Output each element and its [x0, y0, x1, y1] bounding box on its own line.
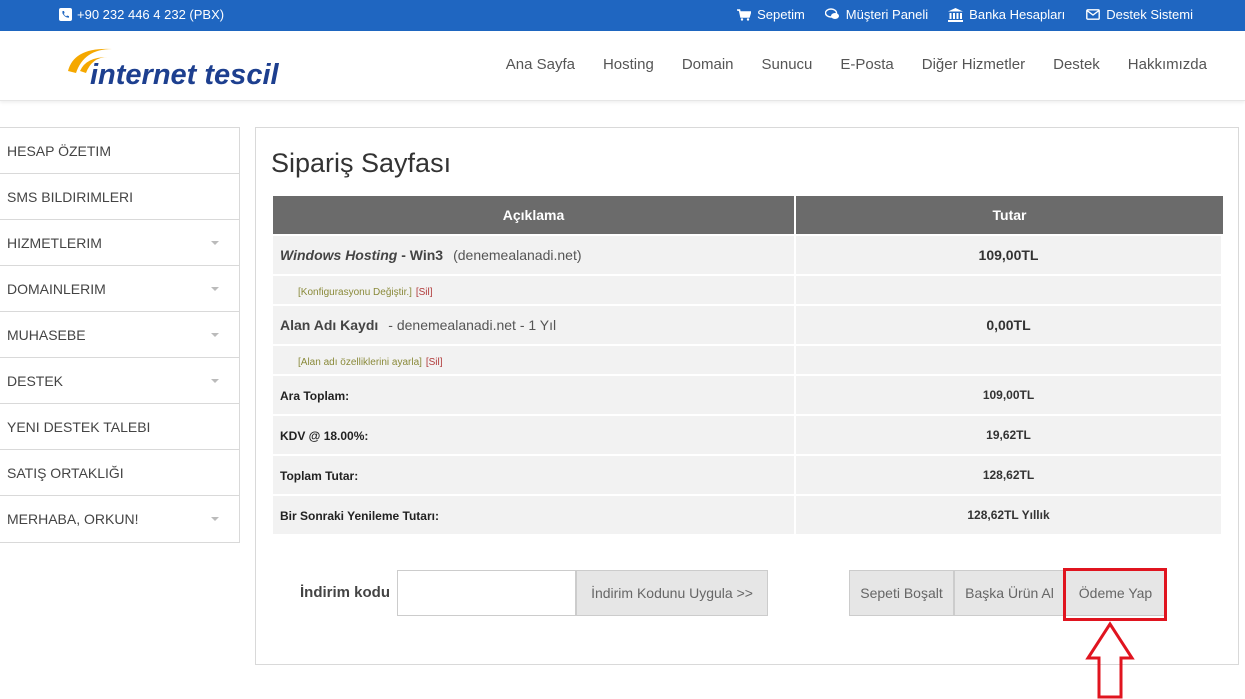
- up-arrow-annotation-icon: [1085, 621, 1135, 699]
- nav-domain[interactable]: Domain: [682, 56, 734, 73]
- item-name: Alan Adı Kaydı: [280, 317, 379, 333]
- caret-down-icon: [211, 241, 219, 245]
- sidebar-item-label: HESAP ÖZETIM: [7, 143, 111, 159]
- total-label: Toplam Tutar:: [280, 469, 359, 483]
- sidebar-item-account-summary[interactable]: HESAP ÖZETIM: [0, 128, 239, 174]
- item-plan: - Win3: [397, 247, 444, 263]
- item-description: Alan Adı Kaydı - denemealanadi.net - 1 Yı…: [273, 306, 796, 346]
- sidebar-item-label: DOMAINLERIM: [7, 281, 106, 297]
- sidebar-item-domains[interactable]: DOMAINLERIM: [0, 266, 239, 312]
- table-row: Alan Adı Kaydı - denemealanadi.net - 1 Yı…: [273, 306, 1223, 346]
- top-link-cart[interactable]: Sepetim: [736, 7, 805, 22]
- sidebar-item-support[interactable]: DESTEK: [0, 358, 239, 404]
- discount-code-input[interactable]: [397, 570, 576, 616]
- nav-server[interactable]: Sunucu: [762, 56, 813, 73]
- apply-discount-button[interactable]: İndirim Kodunu Uygula >>: [576, 570, 768, 616]
- top-link-bank[interactable]: Banka Hesapları: [948, 7, 1065, 22]
- cart-icon: [736, 8, 751, 22]
- sidebar-item-label: SATIŞ ORTAKLIĞI: [7, 465, 124, 481]
- sidebar-item-affiliate[interactable]: SATIŞ ORTAKLIĞI: [0, 450, 239, 496]
- table-row: [Alan adı özelliklerini ayarla] [Sil]: [273, 346, 1223, 376]
- domain-settings-link[interactable]: [Alan adı özelliklerini ayarla]: [280, 357, 422, 368]
- renewal-label: Bir Sonraki Yenileme Tutarı:: [280, 509, 439, 523]
- site-header: internet tescil Ana Sayfa Hosting Domain…: [0, 31, 1245, 101]
- item-amount: 0,00TL: [796, 306, 1223, 346]
- total-value: 128,62TL: [796, 456, 1223, 496]
- renewal-value: 128,62TL Yıllık: [796, 496, 1223, 536]
- sidebar-item-services[interactable]: HIZMETLERIM: [0, 220, 239, 266]
- tax-row: KDV @ 18.00%: 19,62TL: [273, 416, 1223, 456]
- subtotal-row: Ara Toplam: 109,00TL: [273, 376, 1223, 416]
- top-link-client-panel[interactable]: Müşteri Paneli: [824, 7, 929, 22]
- item-domain: (denemealanadi.net): [453, 247, 582, 263]
- change-config-link[interactable]: [Konfigurasyonu Değiştir.]: [280, 287, 412, 298]
- top-link-support-label: Destek Sistemi: [1106, 7, 1193, 22]
- buy-another-button[interactable]: Başka Ürün Al: [954, 570, 1065, 616]
- column-header-amount: Tutar: [796, 196, 1223, 236]
- caret-down-icon: [211, 379, 219, 383]
- top-link-cart-label: Sepetim: [757, 7, 805, 22]
- sidebar-item-user[interactable]: MERHABA, ORKUN!: [0, 496, 239, 542]
- nav-support[interactable]: Destek: [1053, 56, 1100, 73]
- subtotal-label: Ara Toplam:: [280, 389, 350, 403]
- cart-table: Açıklama Tutar Windows Hosting - Win3 (de…: [273, 196, 1223, 536]
- item-domain: - denemealanadi.net - 1 Yıl: [388, 317, 557, 333]
- item-name: Windows Hosting: [280, 247, 398, 263]
- top-links: Sepetim Müşteri Paneli Banka Hesapları D…: [736, 7, 1193, 22]
- renewal-row: Bir Sonraki Yenileme Tutarı: 128,62TL Yı…: [273, 496, 1223, 536]
- empty-cart-button[interactable]: Sepeti Boşalt: [849, 570, 954, 616]
- nav-other-services[interactable]: Diğer Hizmetler: [922, 56, 1025, 73]
- sidebar-item-billing[interactable]: MUHASEBE: [0, 312, 239, 358]
- total-row: Toplam Tutar: 128,62TL: [273, 456, 1223, 496]
- caret-down-icon: [211, 517, 219, 521]
- table-row: [Konfigurasyonu Değiştir.] [Sil]: [273, 276, 1223, 306]
- caret-down-icon: [211, 333, 219, 337]
- phone-info: +90 232 446 4 232 (PBX): [58, 7, 224, 22]
- top-link-support[interactable]: Destek Sistemi: [1085, 7, 1193, 22]
- nav-about[interactable]: Hakkımızda: [1128, 56, 1207, 73]
- sidebar-item-label: HIZMETLERIM: [7, 235, 102, 251]
- nav-home[interactable]: Ana Sayfa: [506, 56, 575, 73]
- sidebar-item-new-ticket[interactable]: YENI DESTEK TALEBI: [0, 404, 239, 450]
- logo-text: internet tescil: [90, 59, 279, 91]
- sidebar-item-label: DESTEK: [7, 373, 64, 389]
- main-nav: Ana Sayfa Hosting Domain Sunucu E-Posta …: [506, 56, 1207, 73]
- sidebar-item-label: SMS BILDIRIMLERI: [7, 189, 134, 205]
- item-amount: 109,00TL: [796, 236, 1223, 276]
- envelope-icon: [1085, 8, 1100, 22]
- nav-email[interactable]: E-Posta: [840, 56, 893, 73]
- sidebar-item-label: MERHABA, ORKUN!: [7, 511, 139, 527]
- column-header-description: Açıklama: [273, 196, 796, 236]
- checkout-highlight-box: [1063, 568, 1167, 621]
- sidebar-item-label: YENI DESTEK TALEBI: [7, 419, 151, 435]
- nav-hosting[interactable]: Hosting: [603, 56, 654, 73]
- tax-value: 19,62TL: [796, 416, 1223, 456]
- caret-down-icon: [211, 287, 219, 291]
- top-bar: +90 232 446 4 232 (PBX) Sepetim Müşteri …: [0, 0, 1245, 31]
- sidebar-item-sms[interactable]: SMS BILDIRIMLERI: [0, 174, 239, 220]
- discount-label: İndirim kodu: [300, 584, 390, 601]
- remove-link[interactable]: [Sil]: [416, 287, 433, 298]
- subtotal-value: 109,00TL: [796, 376, 1223, 416]
- phone-number: +90 232 446 4 232 (PBX): [77, 7, 225, 22]
- tax-label: KDV @ 18.00%:: [280, 429, 369, 443]
- top-link-bank-label: Banka Hesapları: [969, 7, 1066, 22]
- sidebar-menu: HESAP ÖZETIM SMS BILDIRIMLERI HIZMETLERI…: [0, 127, 240, 543]
- sidebar-item-label: MUHASEBE: [7, 327, 86, 343]
- site-logo[interactable]: internet tescil: [64, 43, 304, 93]
- remove-link[interactable]: [Sil]: [426, 357, 443, 368]
- item-description: Windows Hosting - Win3 (denemealanadi.net…: [273, 236, 796, 276]
- bank-icon: [948, 7, 964, 22]
- table-row: Windows Hosting - Win3 (denemealanadi.net…: [273, 236, 1223, 276]
- page-title: Sipariş Sayfası: [271, 148, 452, 178]
- top-link-client-panel-label: Müşteri Paneli: [845, 7, 929, 22]
- chat-icon: [824, 8, 840, 22]
- phone-icon: [58, 8, 73, 22]
